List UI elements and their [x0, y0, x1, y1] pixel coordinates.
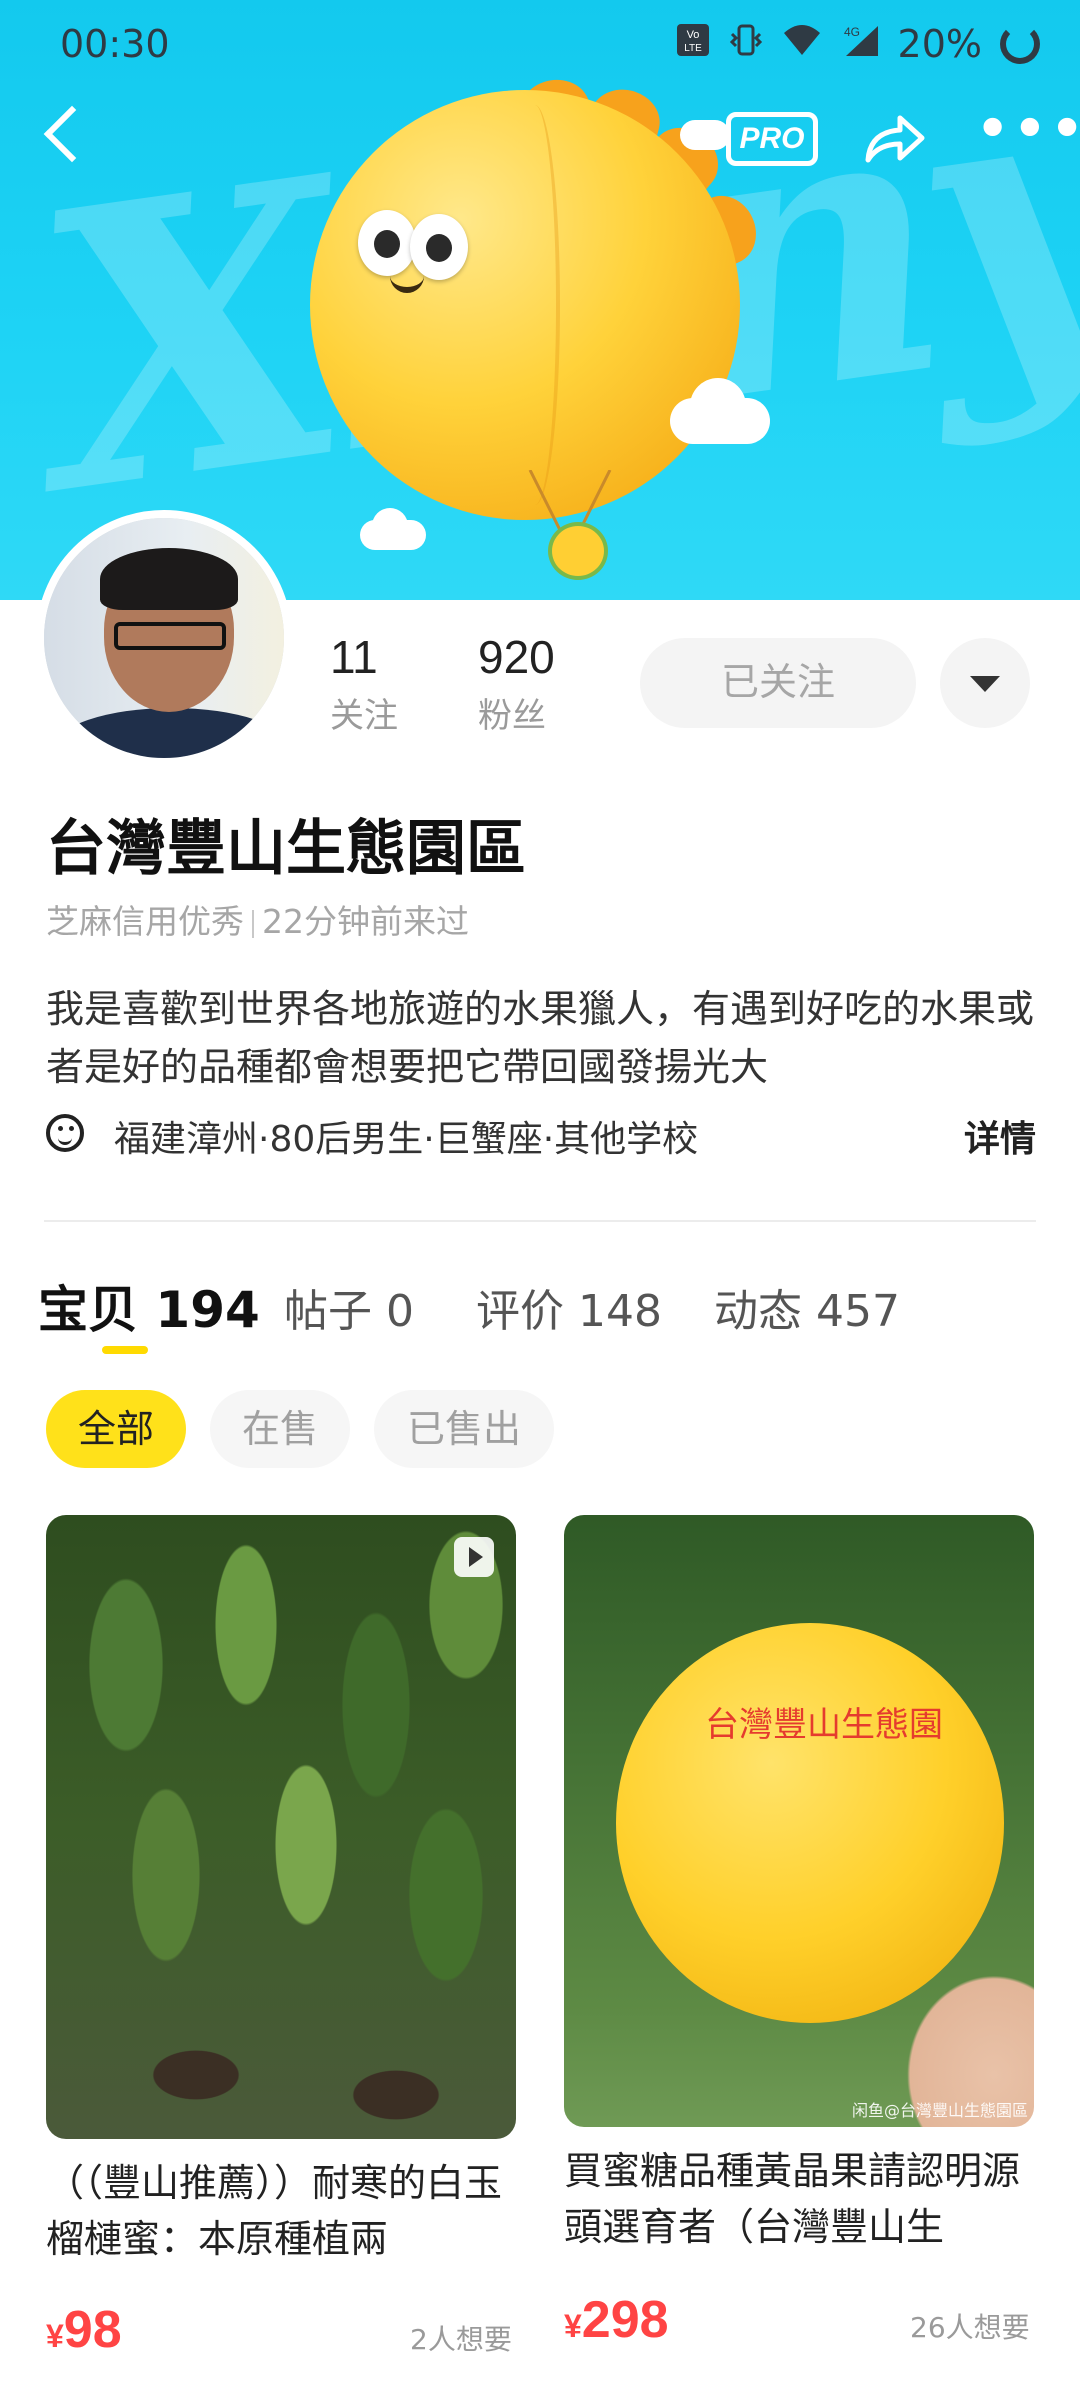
price-value: 98	[63, 2301, 122, 2359]
vibrate-icon	[728, 22, 764, 66]
filter-sold[interactable]: 已售出	[374, 1390, 554, 1468]
currency-symbol: ¥	[564, 2308, 582, 2344]
fans-count: 920	[478, 631, 555, 683]
wants-count: 26人想要	[910, 2311, 1030, 2344]
image-watermark: 闲鱼@台灣豐山生態園區	[851, 2101, 1028, 2120]
credit-line: 芝麻信用优秀 22分钟前来过	[46, 895, 469, 943]
price-value: 298	[581, 2291, 669, 2349]
top-nav: PRO •••	[0, 100, 1080, 180]
battery-percent: 20%	[897, 22, 982, 66]
divider	[252, 909, 254, 938]
details-link[interactable]: 详情	[964, 1110, 1036, 1162]
back-arrow-icon[interactable]	[43, 105, 101, 163]
tab-label: 帖子	[284, 1286, 372, 1337]
video-play-icon	[454, 1537, 494, 1577]
filter-all[interactable]: 全部	[46, 1390, 186, 1468]
followed-button[interactable]: 已关注	[640, 638, 916, 728]
tab-activity[interactable]: 动态 457	[714, 1275, 900, 1339]
tags-text: 福建漳州·80后男生·巨蟹座·其他学校	[114, 1119, 699, 1160]
tab-label: 宝贝	[38, 1281, 138, 1339]
image-label: 台灣豐山生態園	[705, 1705, 943, 1745]
volte-icon: Vo LTE	[676, 23, 710, 65]
wants-count: 2人想要	[410, 2323, 512, 2356]
currency-symbol: ¥	[46, 2318, 64, 2354]
smiley-icon	[46, 1114, 84, 1152]
tab-count: 148	[578, 1286, 662, 1337]
item-price: ¥98	[46, 2300, 122, 2360]
balloon-ropes	[528, 470, 612, 530]
tab-label: 动态	[714, 1286, 802, 1337]
tab-count: 0	[386, 1286, 414, 1337]
item-price: ¥298	[564, 2290, 669, 2350]
status-bar: 00:30 Vo LTE 4G 20%	[0, 0, 1080, 90]
svg-text:Vo: Vo	[686, 29, 699, 41]
section-divider	[44, 1220, 1036, 1222]
item-title: 買蜜糖品種黃晶果請認明源頭選育者（台灣豐山生	[564, 2149, 1021, 2249]
4g-signal-icon: 4G	[840, 22, 880, 66]
credit-rating[interactable]: 芝麻信用优秀	[46, 902, 244, 941]
more-dots-icon[interactable]: •••	[976, 103, 1080, 164]
item-title: （（豐山推薦））耐寒的白玉榴槤蜜：本原種植兩	[46, 2161, 503, 2261]
cloud-icon	[690, 378, 746, 434]
item-image-plants[interactable]	[46, 1515, 516, 2139]
following-label: 关注	[330, 696, 398, 736]
share-icon[interactable]	[862, 108, 926, 168]
bio-text: 我是喜歡到世界各地旅遊的水果獵人，有遇到好吃的水果或者是好的品種都會想要把它帶回…	[46, 987, 1035, 1089]
status-icons: Vo LTE 4G 20%	[676, 22, 1040, 66]
following-count: 11	[330, 631, 378, 683]
profile-tags: 福建漳州·80后男生·巨蟹座·其他学校 详情	[46, 1110, 1036, 1160]
mascot-eye	[358, 210, 416, 276]
svg-text:LTE: LTE	[684, 43, 702, 54]
active-tab-indicator	[102, 1346, 148, 1354]
wifi-icon	[782, 23, 822, 65]
last-seen: 22分钟前来过	[262, 902, 469, 941]
tab-posts[interactable]: 帖子 0	[284, 1275, 414, 1339]
item-card[interactable]: 台灣豐山生態園 闲鱼@台灣豐山生態園區 買蜜糖品種黃晶果請認明源頭選育者（台灣豐…	[564, 1515, 1034, 2255]
avatar[interactable]	[36, 510, 292, 766]
yellow-fruit	[616, 1623, 1004, 2023]
cloud-icon	[372, 508, 408, 544]
tab-count: 457	[816, 1286, 900, 1337]
filter-on-sale[interactable]: 在售	[210, 1390, 350, 1468]
item-card[interactable]: （（豐山推薦））耐寒的白玉榴槤蜜：本原種植兩	[46, 1515, 516, 2267]
svg-text:4G: 4G	[844, 25, 860, 39]
tab-reviews[interactable]: 评价 148	[476, 1275, 662, 1339]
battery-ring-icon	[1000, 24, 1040, 64]
item-image-fruit[interactable]: 台灣豐山生態園 闲鱼@台灣豐山生態園區	[564, 1515, 1034, 2127]
page-title: 台灣豐山生態園區	[46, 814, 526, 884]
tab-count: 194	[155, 1281, 260, 1339]
chevron-down-icon[interactable]	[940, 638, 1030, 728]
balloon-basket-mascot	[548, 522, 608, 580]
fans-label: 粉丝	[478, 696, 546, 736]
following-stat[interactable]: 11 关注	[330, 630, 398, 737]
status-time: 00:30	[60, 22, 170, 66]
tab-label: 评价	[476, 1286, 564, 1337]
pro-badge-button[interactable]: PRO	[726, 112, 818, 166]
mascot-eye	[410, 214, 468, 280]
fans-stat[interactable]: 920 粉丝	[478, 630, 555, 737]
tab-items[interactable]: 宝贝 194	[38, 1270, 260, 1342]
